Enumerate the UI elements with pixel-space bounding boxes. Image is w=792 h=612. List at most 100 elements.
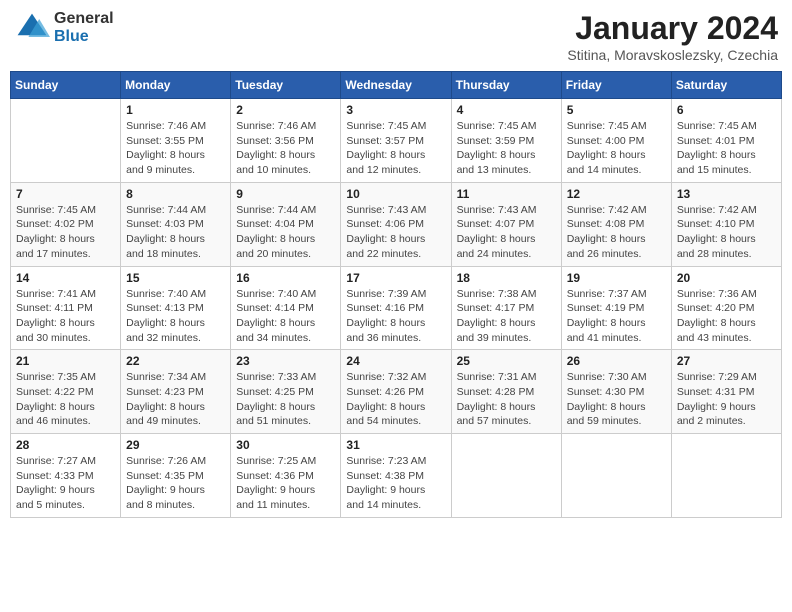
- day-number: 2: [236, 103, 335, 117]
- day-cell: 21 Sunrise: 7:35 AMSunset: 4:22 PMDayligh…: [11, 350, 121, 434]
- day-info: Sunrise: 7:42 AMSunset: 4:10 PMDaylight:…: [677, 203, 776, 262]
- day-number: 10: [346, 187, 445, 201]
- day-number: 25: [457, 354, 556, 368]
- day-cell: 29 Sunrise: 7:26 AMSunset: 4:35 PMDayligh…: [121, 434, 231, 518]
- day-number: 17: [346, 271, 445, 285]
- day-number: 8: [126, 187, 225, 201]
- day-info: Sunrise: 7:43 AMSunset: 4:07 PMDaylight:…: [457, 203, 556, 262]
- week-row-2: 7 Sunrise: 7:45 AMSunset: 4:02 PMDaylight…: [11, 182, 782, 266]
- day-cell: 15 Sunrise: 7:40 AMSunset: 4:13 PMDayligh…: [121, 266, 231, 350]
- day-number: 28: [16, 438, 115, 452]
- day-info: Sunrise: 7:34 AMSunset: 4:23 PMDaylight:…: [126, 370, 225, 429]
- day-cell: 27 Sunrise: 7:29 AMSunset: 4:31 PMDayligh…: [671, 350, 781, 434]
- day-number: 3: [346, 103, 445, 117]
- day-info: Sunrise: 7:45 AMSunset: 3:59 PMDaylight:…: [457, 119, 556, 178]
- day-info: Sunrise: 7:29 AMSunset: 4:31 PMDaylight:…: [677, 370, 776, 429]
- day-cell: 14 Sunrise: 7:41 AMSunset: 4:11 PMDayligh…: [11, 266, 121, 350]
- day-cell: 16 Sunrise: 7:40 AMSunset: 4:14 PMDayligh…: [231, 266, 341, 350]
- day-number: 1: [126, 103, 225, 117]
- day-cell: 30 Sunrise: 7:25 AMSunset: 4:36 PMDayligh…: [231, 434, 341, 518]
- day-cell: 4Sunrise: 7:45 AMSunset: 3:59 PMDaylight…: [451, 99, 561, 183]
- day-number: 30: [236, 438, 335, 452]
- day-number: 15: [126, 271, 225, 285]
- day-cell: 22 Sunrise: 7:34 AMSunset: 4:23 PMDayligh…: [121, 350, 231, 434]
- weekday-header-monday: Monday: [121, 72, 231, 99]
- day-cell: 2 Sunrise: 7:46 AMSunset: 3:56 PMDaylight…: [231, 99, 341, 183]
- day-info: Sunrise: 7:26 AMSunset: 4:35 PMDaylight:…: [126, 454, 225, 513]
- location-subtitle: Stitina, Moravskoslezsky, Czechia: [567, 47, 778, 63]
- day-cell: 5Sunrise: 7:45 AMSunset: 4:00 PMDaylight…: [561, 99, 671, 183]
- day-number: 26: [567, 354, 666, 368]
- day-number: 11: [457, 187, 556, 201]
- logo-icon: [14, 10, 50, 46]
- day-info: Sunrise: 7:42 AMSunset: 4:08 PMDaylight:…: [567, 203, 666, 262]
- day-number: 9: [236, 187, 335, 201]
- day-number: 18: [457, 271, 556, 285]
- day-number: 14: [16, 271, 115, 285]
- weekday-header-wednesday: Wednesday: [341, 72, 451, 99]
- day-number: 7: [16, 187, 115, 201]
- weekday-header-sunday: Sunday: [11, 72, 121, 99]
- day-cell: 28 Sunrise: 7:27 AMSunset: 4:33 PMDayligh…: [11, 434, 121, 518]
- day-cell: 10 Sunrise: 7:43 AMSunset: 4:06 PMDayligh…: [341, 182, 451, 266]
- day-number: 16: [236, 271, 335, 285]
- day-info: Sunrise: 7:33 AMSunset: 4:25 PMDaylight:…: [236, 370, 335, 429]
- week-row-4: 21 Sunrise: 7:35 AMSunset: 4:22 PMDayligh…: [11, 350, 782, 434]
- day-cell: [451, 434, 561, 518]
- day-number: 27: [677, 354, 776, 368]
- day-number: 12: [567, 187, 666, 201]
- day-number: 21: [16, 354, 115, 368]
- day-info: Sunrise: 7:38 AMSunset: 4:17 PMDaylight:…: [457, 287, 556, 346]
- day-cell: 18 Sunrise: 7:38 AMSunset: 4:17 PMDayligh…: [451, 266, 561, 350]
- day-info: Sunrise: 7:43 AMSunset: 4:06 PMDaylight:…: [346, 203, 445, 262]
- day-cell: 3 Sunrise: 7:45 AMSunset: 3:57 PMDaylight…: [341, 99, 451, 183]
- day-info: Sunrise: 7:23 AMSunset: 4:38 PMDaylight:…: [346, 454, 445, 513]
- weekday-header-tuesday: Tuesday: [231, 72, 341, 99]
- day-info: Sunrise: 7:36 AMSunset: 4:20 PMDaylight:…: [677, 287, 776, 346]
- day-number: 24: [346, 354, 445, 368]
- weekday-header-friday: Friday: [561, 72, 671, 99]
- week-row-5: 28 Sunrise: 7:27 AMSunset: 4:33 PMDayligh…: [11, 434, 782, 518]
- day-cell: 7 Sunrise: 7:45 AMSunset: 4:02 PMDaylight…: [11, 182, 121, 266]
- day-number: 29: [126, 438, 225, 452]
- day-info: Sunrise: 7:41 AMSunset: 4:11 PMDaylight:…: [16, 287, 115, 346]
- weekday-header-thursday: Thursday: [451, 72, 561, 99]
- month-title: January 2024: [567, 10, 778, 47]
- day-cell: [561, 434, 671, 518]
- day-info: Sunrise: 7:45 AMSunset: 4:01 PMDaylight:…: [677, 119, 776, 178]
- day-info: Sunrise: 7:27 AMSunset: 4:33 PMDaylight:…: [16, 454, 115, 513]
- day-number: 31: [346, 438, 445, 452]
- day-cell: 8 Sunrise: 7:44 AMSunset: 4:03 PMDaylight…: [121, 182, 231, 266]
- day-info: Sunrise: 7:45 AMSunset: 3:57 PMDaylight:…: [346, 119, 445, 178]
- day-cell: 1Sunrise: 7:46 AMSunset: 3:55 PMDaylight…: [121, 99, 231, 183]
- day-cell: 26 Sunrise: 7:30 AMSunset: 4:30 PMDayligh…: [561, 350, 671, 434]
- day-cell: [671, 434, 781, 518]
- day-info: Sunrise: 7:31 AMSunset: 4:28 PMDaylight:…: [457, 370, 556, 429]
- day-info: Sunrise: 7:30 AMSunset: 4:30 PMDaylight:…: [567, 370, 666, 429]
- day-info: Sunrise: 7:39 AMSunset: 4:16 PMDaylight:…: [346, 287, 445, 346]
- day-cell: 17 Sunrise: 7:39 AMSunset: 4:16 PMDayligh…: [341, 266, 451, 350]
- day-number: 19: [567, 271, 666, 285]
- day-cell: 25 Sunrise: 7:31 AMSunset: 4:28 PMDayligh…: [451, 350, 561, 434]
- day-cell: 9 Sunrise: 7:44 AMSunset: 4:04 PMDaylight…: [231, 182, 341, 266]
- day-cell: 23 Sunrise: 7:33 AMSunset: 4:25 PMDayligh…: [231, 350, 341, 434]
- day-number: 20: [677, 271, 776, 285]
- day-number: 23: [236, 354, 335, 368]
- day-cell: 20 Sunrise: 7:36 AMSunset: 4:20 PMDayligh…: [671, 266, 781, 350]
- week-row-3: 14 Sunrise: 7:41 AMSunset: 4:11 PMDayligh…: [11, 266, 782, 350]
- day-cell: 24Sunrise: 7:32 AMSunset: 4:26 PMDayligh…: [341, 350, 451, 434]
- weekday-header-saturday: Saturday: [671, 72, 781, 99]
- day-info: Sunrise: 7:40 AMSunset: 4:14 PMDaylight:…: [236, 287, 335, 346]
- day-info: Sunrise: 7:44 AMSunset: 4:04 PMDaylight:…: [236, 203, 335, 262]
- day-number: 6: [677, 103, 776, 117]
- day-number: 22: [126, 354, 225, 368]
- day-info: Sunrise: 7:40 AMSunset: 4:13 PMDaylight:…: [126, 287, 225, 346]
- day-info: Sunrise: 7:35 AMSunset: 4:22 PMDaylight:…: [16, 370, 115, 429]
- day-info: Sunrise: 7:45 AMSunset: 4:02 PMDaylight:…: [16, 203, 115, 262]
- calendar: SundayMondayTuesdayWednesdayThursdayFrid…: [10, 71, 782, 518]
- day-info: Sunrise: 7:44 AMSunset: 4:03 PMDaylight:…: [126, 203, 225, 262]
- day-info: Sunrise: 7:25 AMSunset: 4:36 PMDaylight:…: [236, 454, 335, 513]
- day-cell: 11 Sunrise: 7:43 AMSunset: 4:07 PMDayligh…: [451, 182, 561, 266]
- week-row-1: 1Sunrise: 7:46 AMSunset: 3:55 PMDaylight…: [11, 99, 782, 183]
- day-info: Sunrise: 7:46 AMSunset: 3:56 PMDaylight:…: [236, 119, 335, 178]
